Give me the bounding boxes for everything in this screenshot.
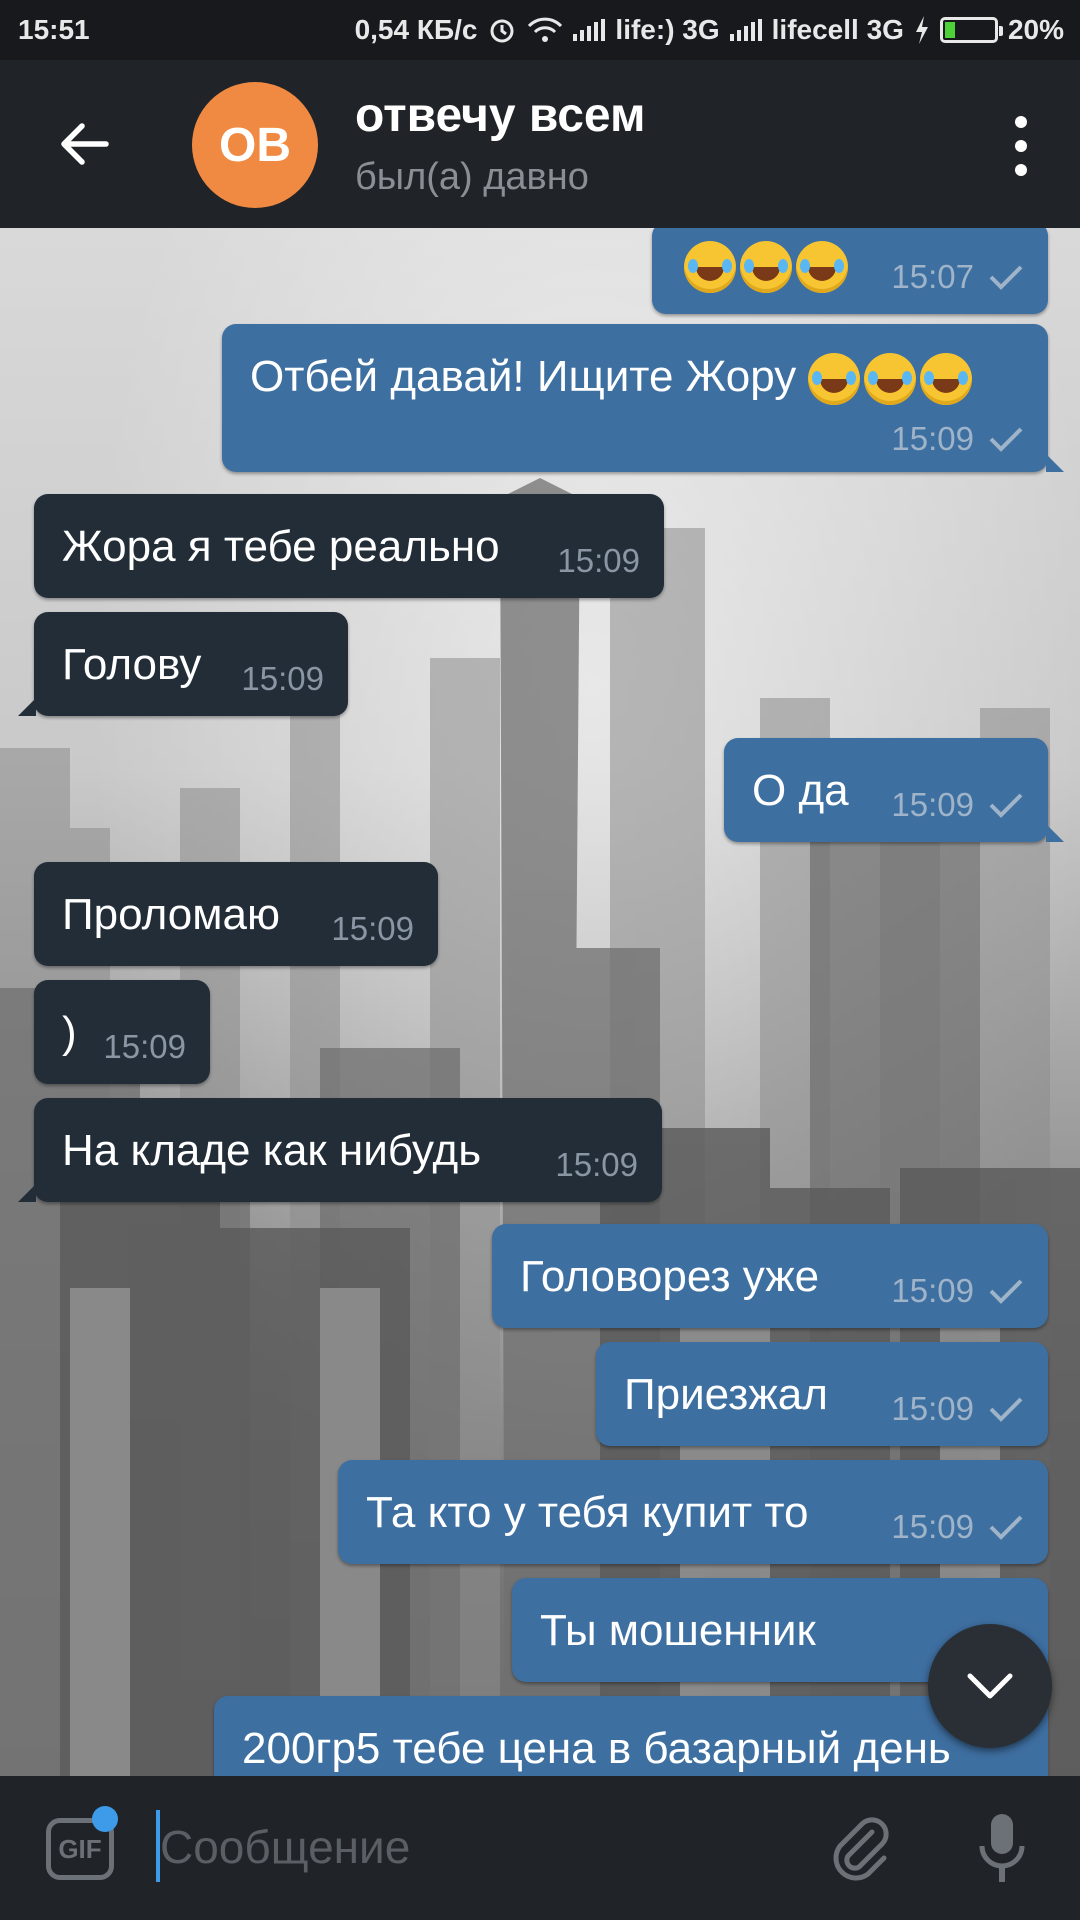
outgoing-message[interactable]: О да 15:09 [724,738,1064,842]
outgoing-message[interactable]: Та кто у тебя купит то 15:09 [338,1460,1048,1564]
message-time: 15:09 [331,910,414,947]
message-input[interactable]: Сообщение [160,1820,410,1874]
signal-icon [729,19,762,41]
network-speed: 0,54 КБ/с [354,14,478,45]
more-options-icon[interactable] [1006,116,1036,176]
message-time: 15:09 [891,1390,974,1427]
message-text: На кладе как нибудь [62,1126,482,1175]
bubble-tail [1046,454,1064,472]
tears-of-joy-emoji-icon [808,353,861,406]
scroll-down-button[interactable] [928,1624,1052,1748]
tears-of-joy-emoji-icon [920,353,973,406]
message-text: 200гр5 тебе цена в базарный день [242,1724,951,1773]
message-text: Жора я тебе реально [62,522,500,571]
message-text: Головорез уже [520,1252,820,1301]
chevron-down-icon [967,1673,1013,1699]
message-time: 15:09 [557,542,640,579]
microphone-icon[interactable] [972,1810,1032,1890]
sent-check-icon [989,793,1023,818]
last-seen-status: был(а) давно [355,156,589,198]
outgoing-message[interactable]: Приезжал 15:09 [596,1342,1048,1446]
chat-header: OB отвечу всем был(а) давно [0,60,1080,228]
bubble-tail [1046,824,1064,842]
message-text: Приезжал [624,1370,828,1419]
message-text: Голову [62,640,202,689]
message-time: 15:09 [891,1508,974,1545]
tears-of-joy-emoji-icon [796,241,848,294]
incoming-message[interactable]: ) 15:09 [34,980,210,1084]
message-time: 15:09 [103,1028,186,1065]
message-text: Ты мошенник [540,1606,816,1655]
message-text: О да [752,766,849,815]
message-text: Та кто у тебя купит то [366,1488,809,1537]
sent-check-icon [989,1515,1023,1540]
tears-of-joy-emoji-icon [684,241,736,294]
message-time: 15:07 [891,258,974,295]
incoming-message[interactable]: Проломаю 15:09 [34,862,438,966]
charging-icon [915,16,928,44]
message-time: 15:09 [891,1272,974,1309]
wifi-icon [528,17,563,42]
bubble-tail [18,698,36,716]
back-arrow-icon[interactable] [54,114,114,174]
outgoing-message[interactable]: Головорез уже 15:09 [492,1224,1048,1328]
signal-icon [573,19,606,41]
message-time: 15:09 [891,420,974,457]
tears-of-joy-emoji-icon [864,353,917,406]
message-list[interactable]: 15:07 Отбей давай! Ищите Жору 15:09 Жора я … [0,228,1080,1776]
outgoing-message[interactable]: Отбей давай! Ищите Жору 15:09 [222,324,1064,472]
carrier-1: life:) 3G [615,14,720,45]
sent-check-icon [989,265,1023,290]
message-time: 15:09 [555,1146,638,1183]
message-text: ) [62,1008,77,1057]
message-time: 15:09 [241,660,324,697]
message-text: Проломаю [62,890,280,939]
status-time: 15:51 [18,14,90,45]
battery-percent: 20% [1007,14,1064,45]
bubble-tail [18,1184,36,1202]
avatar[interactable]: OB [192,82,318,208]
incoming-message[interactable]: Голову 15:09 [18,612,348,716]
chat-title[interactable]: отвечу всем [355,88,645,143]
message-text [680,240,848,294]
incoming-message[interactable]: На кладе как нибудь 15:09 [18,1098,662,1202]
notification-dot [92,1806,118,1832]
outgoing-message[interactable]: 200гр5 тебе цена в базарный день [214,1696,1048,1776]
sent-check-icon [989,427,1023,452]
message-composer: GIF Сообщение [0,1776,1080,1920]
tears-of-joy-emoji-icon [740,241,792,294]
status-bar: 15:51 0,54 КБ/с life:) 3G lifecell 3G 20… [0,0,1080,60]
incoming-message[interactable]: Жора я тебе реально 15:09 [34,494,664,598]
battery-icon [939,17,1003,43]
sent-check-icon [989,1397,1023,1422]
sent-check-icon [989,1279,1023,1304]
outgoing-message[interactable]: 15:07 [652,228,1048,314]
carrier-2: lifecell 3G [771,14,904,45]
message-time: 15:09 [891,786,974,823]
attach-paperclip-icon[interactable] [828,1816,894,1882]
alarm-icon [490,19,514,43]
message-text: Отбей давай! Ищите Жору [250,352,973,406]
